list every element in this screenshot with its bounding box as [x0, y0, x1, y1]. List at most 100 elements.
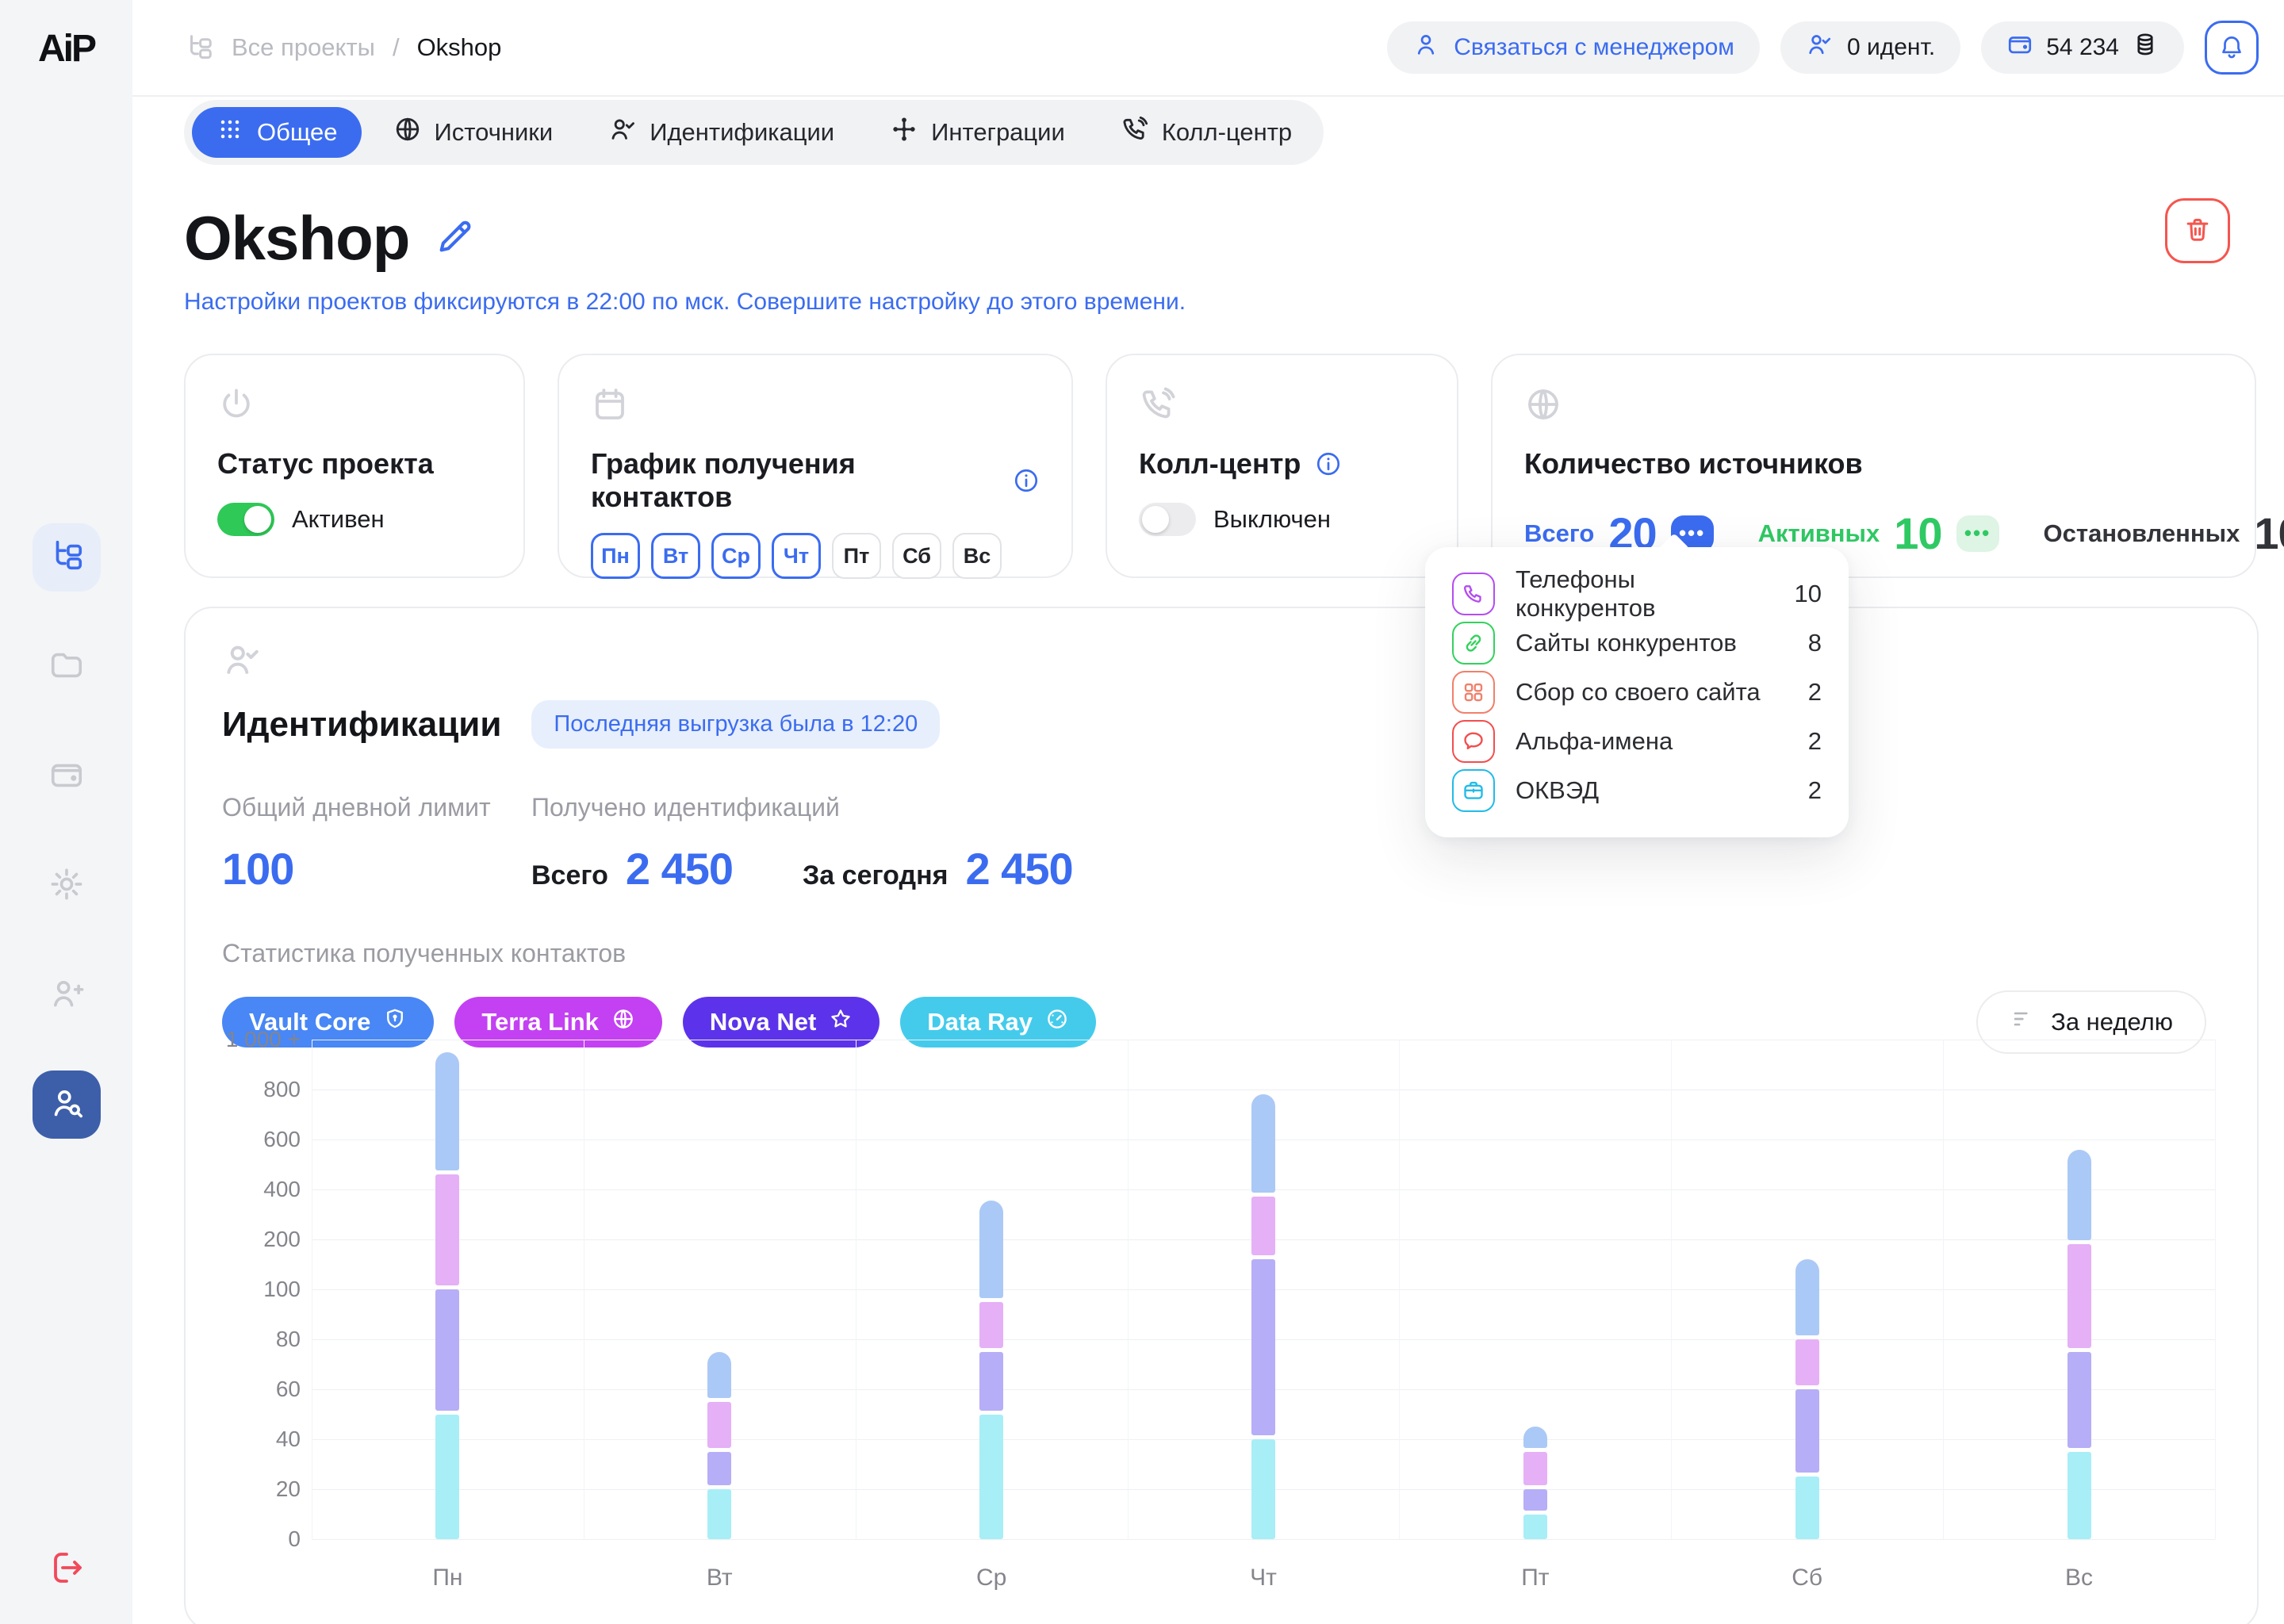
sources-stat-menu-button[interactable]: •••: [1956, 515, 1999, 552]
chat-icon: [1452, 720, 1495, 763]
bar-segment-terra-link[interactable]: [707, 1402, 731, 1448]
bar-segment-nova-net[interactable]: [1251, 1259, 1275, 1435]
schedule-card-title: График получения контактов: [591, 447, 998, 514]
delete-project-button[interactable]: [2165, 198, 2230, 263]
sidebar-item-folders[interactable]: [33, 633, 101, 701]
bar-segment-terra-link[interactable]: [1251, 1197, 1275, 1255]
sidebar-nav: [0, 523, 132, 1139]
bar-segment-nova-net[interactable]: [979, 1352, 1003, 1411]
shield-icon: [383, 1007, 407, 1037]
y-axis-label: 0: [142, 1526, 301, 1552]
sidebar-item-add-user[interactable]: [33, 961, 101, 1029]
bar-segment-data-ray[interactable]: [435, 1415, 459, 1540]
bar-segment-data-ray[interactable]: [1251, 1439, 1275, 1539]
bar-segment-vault-core[interactable]: [707, 1352, 731, 1398]
day-chip-Вт[interactable]: Вт: [651, 533, 700, 579]
bar-segment-vault-core[interactable]: [435, 1052, 459, 1170]
integration-icon: [890, 115, 918, 150]
title-row: Okshop: [184, 201, 2259, 274]
balance-pill[interactable]: 54 234: [1981, 21, 2184, 74]
total-value: 2 450: [626, 843, 733, 894]
bar-segment-vault-core[interactable]: [2067, 1150, 2091, 1241]
day-chip-Вс[interactable]: Вс: [952, 533, 1002, 579]
main-content: ОбщееИсточникиИдентификацииИнтеграцииКол…: [132, 97, 2284, 1624]
phone-icon: [1452, 573, 1495, 615]
y-axis-label: 1 000 +: [142, 1027, 301, 1052]
call-center-toggle[interactable]: [1139, 503, 1196, 536]
source-type-row[interactable]: Альфа-имена2: [1452, 717, 1822, 766]
tab-sources[interactable]: Источники: [370, 107, 577, 158]
bar-segment-vault-core[interactable]: [1251, 1094, 1275, 1193]
bar-segment-terra-link[interactable]: [1523, 1452, 1547, 1485]
folder-icon: [48, 647, 85, 688]
sidebar-item-identification-search[interactable]: [33, 1071, 101, 1139]
logout-button[interactable]: [32, 1535, 100, 1603]
bar-segment-vault-core[interactable]: [979, 1201, 1003, 1298]
day-chip-Пн[interactable]: Пн: [591, 533, 640, 579]
y-axis-label: 60: [142, 1377, 301, 1402]
bar-segment-nova-net[interactable]: [435, 1289, 459, 1411]
bar-segment-data-ray[interactable]: [707, 1489, 731, 1539]
wallet-icon: [2006, 31, 2033, 64]
status-card-title: Статус проекта: [217, 447, 434, 481]
bar-segment-nova-net[interactable]: [2067, 1352, 2091, 1448]
sidebar: AiP: [0, 0, 132, 1624]
source-type-row[interactable]: ОКВЭД2: [1452, 766, 1822, 815]
source-type-row[interactable]: Сбор со своего сайта2: [1452, 668, 1822, 717]
bar-segment-terra-link[interactable]: [435, 1174, 459, 1285]
day-chip-Ср[interactable]: Ср: [711, 533, 761, 579]
bar-segment-data-ray[interactable]: [2067, 1452, 2091, 1539]
call-center-card: Колл-центр Выключен: [1106, 354, 1458, 578]
contact-manager-button[interactable]: Связаться с менеджером: [1387, 21, 1760, 74]
user-plus-icon: [48, 975, 85, 1016]
call-center-info-icon[interactable]: [1315, 450, 1342, 477]
sidebar-item-settings[interactable]: [33, 852, 101, 920]
gridline: [2215, 1040, 2216, 1539]
sidebar-item-wallet[interactable]: [33, 742, 101, 810]
day-chip-Сб[interactable]: Сб: [892, 533, 941, 579]
bar-segment-terra-link[interactable]: [979, 1302, 1003, 1348]
tab-call-center[interactable]: Колл-центр: [1097, 107, 1316, 158]
day-chip-Пт[interactable]: Пт: [832, 533, 881, 579]
gridline: [1943, 1040, 1944, 1539]
bar-segment-nova-net[interactable]: [1523, 1489, 1547, 1511]
edit-title-button[interactable]: [435, 216, 476, 261]
project-status-toggle[interactable]: [217, 503, 274, 536]
bar-segment-nova-net[interactable]: [1795, 1389, 1819, 1473]
schedule-info-icon[interactable]: [1013, 467, 1040, 494]
ident-counter-pill[interactable]: 0 идент.: [1780, 21, 1960, 74]
star-icon: [829, 1007, 853, 1037]
daily-limit-label: Общий дневной лимит: [222, 793, 531, 822]
x-axis-label: Ср: [944, 1565, 1039, 1591]
bar-segment-data-ray[interactable]: [1795, 1477, 1819, 1539]
wallet-icon: [48, 756, 85, 797]
contact-manager-label: Связаться с менеджером: [1454, 34, 1734, 61]
header-actions: Связаться с менеджером 0 идент. 54 234: [1387, 21, 2259, 75]
bar-segment-vault-core[interactable]: [1523, 1427, 1547, 1448]
bar-segment-vault-core[interactable]: [1795, 1259, 1819, 1335]
y-axis-label: 20: [142, 1477, 301, 1502]
day-chip-Чт[interactable]: Чт: [772, 533, 821, 579]
source-type-row[interactable]: Телефоны конкурентов10: [1452, 569, 1822, 619]
tab-identifications[interactable]: Идентификации: [584, 107, 858, 158]
tab-general[interactable]: Общее: [192, 107, 362, 158]
notifications-button[interactable]: [2205, 21, 2259, 75]
source-type-row[interactable]: Сайты конкурентов8: [1452, 619, 1822, 668]
y-axis-label: 80: [142, 1327, 301, 1352]
gridline: [312, 1539, 2215, 1540]
today-value: 2 450: [965, 843, 1072, 894]
bar-segment-terra-link[interactable]: [2067, 1244, 2091, 1347]
bar-segment-data-ray[interactable]: [1523, 1515, 1547, 1540]
y-axis-label: 800: [142, 1077, 301, 1102]
bar-segment-terra-link[interactable]: [1795, 1339, 1819, 1385]
tab-integrations[interactable]: Интеграции: [866, 107, 1089, 158]
settings-notice: Настройки проектов фиксируются в 22:00 п…: [184, 289, 2259, 316]
today-label: За сегодня: [803, 860, 948, 891]
bar-segment-data-ray[interactable]: [979, 1415, 1003, 1540]
bar-segment-nova-net[interactable]: [707, 1452, 731, 1485]
breadcrumb-separator: /: [393, 33, 400, 62]
breadcrumb-all-projects[interactable]: Все проекты: [232, 33, 375, 62]
power-icon: [217, 385, 492, 423]
call-center-state-label: Выключен: [1213, 505, 1331, 534]
sidebar-item-projects[interactable]: [33, 523, 101, 592]
